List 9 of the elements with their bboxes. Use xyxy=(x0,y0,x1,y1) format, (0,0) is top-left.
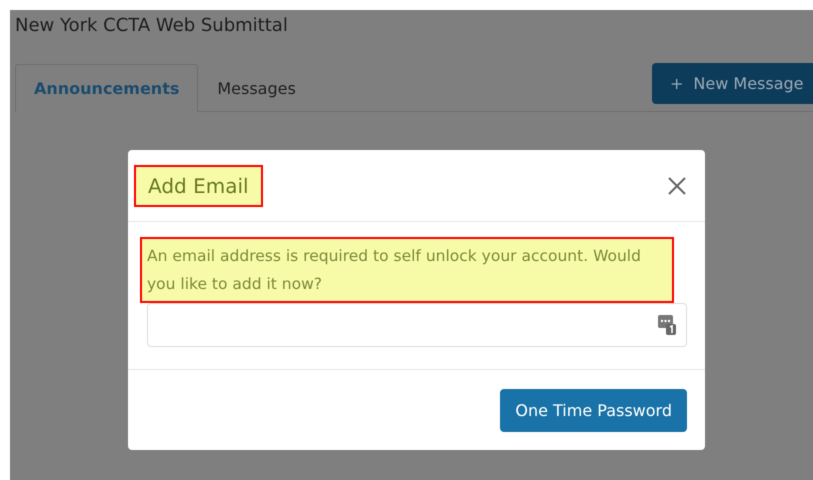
email-field[interactable] xyxy=(147,303,687,347)
close-icon[interactable] xyxy=(667,176,687,196)
one-time-password-button[interactable]: One Time Password xyxy=(500,389,687,432)
password-manager-icon[interactable] xyxy=(658,315,676,335)
page-title: New York CCTA Web Submittal xyxy=(14,14,289,37)
tab[interactable]: Messages xyxy=(198,64,315,112)
new-message-button[interactable]: + New Message xyxy=(652,63,813,104)
dialog-title: Add Email xyxy=(134,164,263,206)
dialog-message: An email address is required to self unlock your account. Would you like to add it now? xyxy=(140,237,674,303)
